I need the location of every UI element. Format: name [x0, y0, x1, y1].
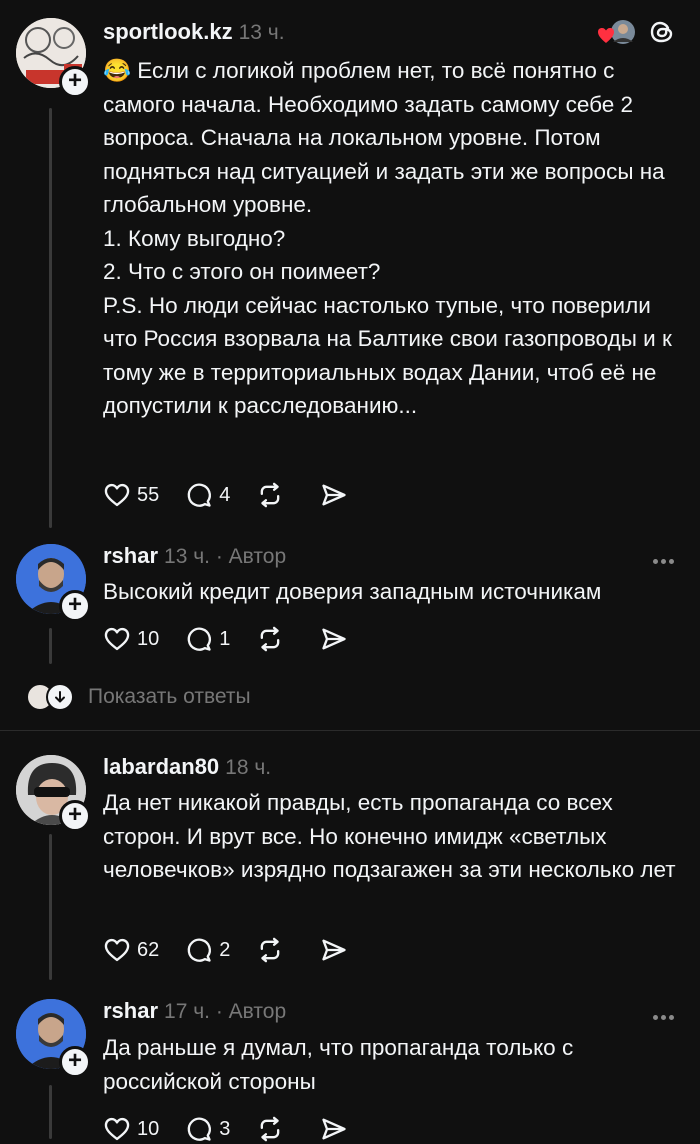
follow-plus-button[interactable]: +: [59, 590, 91, 622]
comment-paragraph: Да нет никакой правды, есть пропаганда с…: [103, 790, 676, 882]
comment-text: Да нет никакой правды, есть пропаганда с…: [103, 786, 678, 887]
share-icon: [320, 481, 348, 509]
reply-button[interactable]: 4: [185, 481, 230, 509]
arrow-down-icon: [46, 683, 74, 711]
comment-actions: 62 2: [103, 935, 374, 965]
comment-actions: 55 4: [103, 480, 374, 510]
username-label[interactable]: labardan80: [103, 754, 219, 779]
like-button[interactable]: 10: [103, 625, 159, 653]
comment-username[interactable]: sportlook.kz 13 ч.: [103, 19, 285, 45]
comment-time: 13 ч.: [238, 21, 285, 44]
comment-text: 😂 Если с логикой проблем нет, то всё пон…: [103, 54, 678, 423]
like-count: 10: [137, 627, 160, 650]
show-replies-label[interactable]: Показать ответы: [88, 685, 251, 709]
comment-username[interactable]: labardan80 18 ч.: [103, 754, 271, 780]
comment-paragraph: Высокий кредит доверия западным источник…: [103, 579, 602, 604]
comment-username[interactable]: rshar 13 ч. · Автор: [103, 543, 286, 569]
thread-line: [49, 628, 52, 664]
comment-paragraph: 1. Кому выгодно?: [103, 225, 286, 251]
comment-icon: [185, 625, 213, 653]
repost-button[interactable]: [256, 625, 284, 653]
follow-plus-button[interactable]: +: [59, 66, 91, 98]
heart-icon: [103, 625, 131, 653]
share-button[interactable]: [320, 936, 348, 964]
like-button[interactable]: 55: [103, 481, 159, 509]
threads-logo-icon[interactable]: [648, 18, 676, 46]
show-replies-button[interactable]: Показать ответы: [26, 682, 251, 712]
comment-icon: [185, 936, 213, 964]
reply-button[interactable]: 1: [185, 625, 230, 653]
username-label[interactable]: sportlook.kz: [103, 19, 233, 44]
liked-by-author-badge: [597, 18, 637, 46]
follow-plus-button[interactable]: +: [59, 1046, 91, 1078]
heart-icon: [103, 936, 131, 964]
comment-time: 18 ч.: [225, 756, 272, 779]
like-button[interactable]: 62: [103, 936, 159, 964]
divider: [0, 730, 700, 731]
comment-username[interactable]: rshar 17 ч. · Автор: [103, 998, 286, 1024]
repost-icon: [256, 481, 284, 509]
reply-count: 2: [219, 938, 231, 961]
thread-line: [49, 1085, 52, 1139]
more-options-button[interactable]: [650, 1007, 674, 1025]
repost-icon: [256, 936, 284, 964]
like-count: 62: [137, 938, 160, 961]
comment-paragraph: Если с логикой проблем нет, то всё понят…: [103, 58, 665, 217]
reply-count: 1: [219, 627, 231, 650]
comment-actions: 10 1: [103, 624, 374, 654]
thread-line: [49, 108, 52, 528]
thread-line: [49, 834, 52, 980]
reply-button[interactable]: 2: [185, 936, 230, 964]
more-options-button[interactable]: [650, 551, 674, 569]
comment-paragraph: 2. Что с этого он поимеет?: [103, 259, 381, 284]
heart-icon: [103, 481, 131, 509]
comment-actions: 10 3: [103, 1114, 374, 1144]
comment-paragraph: Да раньше я думал, что пропаганда только…: [103, 1035, 574, 1094]
comment-time: 13 ч. · Автор: [164, 545, 287, 568]
share-button[interactable]: [320, 625, 348, 653]
comment-text: Высокий кредит доверия западным источник…: [103, 575, 678, 609]
share-icon: [320, 625, 348, 653]
repost-button[interactable]: [256, 936, 284, 964]
like-count: 10: [137, 1117, 160, 1140]
follow-plus-button[interactable]: +: [59, 800, 91, 832]
username-label[interactable]: rshar: [103, 998, 158, 1023]
share-button[interactable]: [320, 481, 348, 509]
comment-paragraph: P.S. Но люди сейчас настолько тупые, что…: [103, 292, 672, 419]
laughing-emoji-icon: 😂: [103, 58, 132, 83]
like-count: 55: [137, 483, 160, 506]
comment-icon: [185, 481, 213, 509]
repost-button[interactable]: [256, 481, 284, 509]
repost-icon: [256, 625, 284, 653]
username-label[interactable]: rshar: [103, 543, 158, 568]
share-icon: [320, 936, 348, 964]
reply-count: 4: [219, 483, 231, 506]
comment-time: 17 ч. · Автор: [164, 1000, 287, 1023]
reply-count: 3: [219, 1117, 231, 1140]
comment-text: Да раньше я думал, что пропаганда только…: [103, 1031, 678, 1098]
